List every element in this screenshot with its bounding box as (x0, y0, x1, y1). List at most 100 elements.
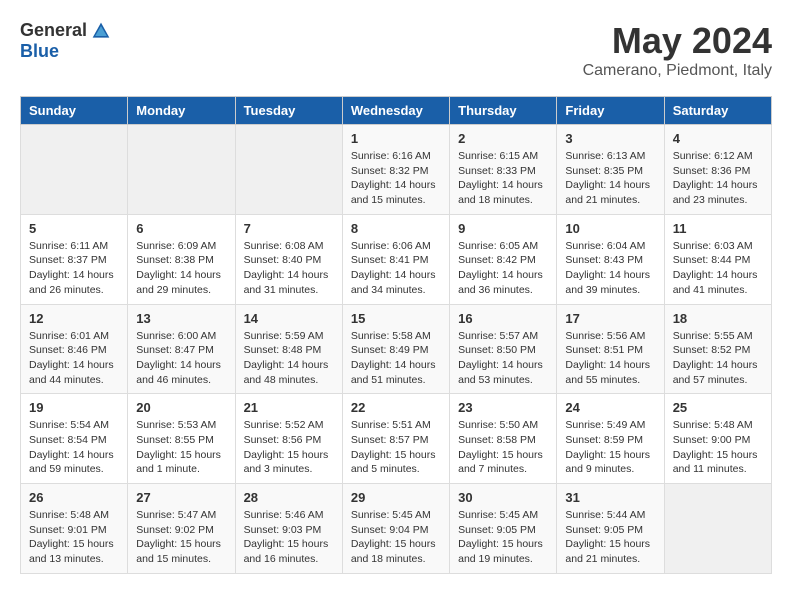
day-number: 3 (565, 131, 655, 146)
day-number: 4 (673, 131, 763, 146)
page-header: General Blue May 2024 Camerano, Piedmont… (20, 20, 772, 80)
calendar-cell: 18Sunrise: 5:55 AM Sunset: 8:52 PM Dayli… (664, 304, 771, 394)
calendar-cell: 14 Sunrise: 5:59 AM Sunset: 8:48 PM Dayli… (235, 304, 342, 394)
calendar-week-row: 19 Sunrise: 5:54 AM Sunset: 8:54 PM Dayli… (21, 394, 772, 484)
calendar-cell: 21 Sunrise: 5:52 AM Sunset: 8:56 PM Dayli… (235, 394, 342, 484)
day-number: 13 (136, 311, 226, 326)
calendar-cell: 12Sunrise: 6:01 AM Sunset: 8:46 PM Dayli… (21, 304, 128, 394)
calendar-cell: 3Sunrise: 6:13 AM Sunset: 8:35 PM Daylig… (557, 125, 664, 215)
day-number: 21 (244, 400, 334, 415)
column-header-saturday: Saturday (664, 97, 771, 125)
day-number: 26 (29, 490, 119, 505)
calendar-cell: 26 Sunrise: 5:48 AM Sunset: 9:01 PM Dayli… (21, 484, 128, 574)
calendar-table: SundayMondayTuesdayWednesdayThursdayFrid… (20, 96, 772, 574)
day-number: 15 (351, 311, 441, 326)
month-title: May 2024 (583, 20, 772, 62)
calendar-cell (128, 125, 235, 215)
day-number: 31 (565, 490, 655, 505)
calendar-cell: 23 Sunrise: 5:50 AM Sunset: 8:58 PM Dayli… (450, 394, 557, 484)
calendar-cell: 29 Sunrise: 5:45 AM Sunset: 9:04 PM Dayli… (342, 484, 449, 574)
day-number: 5 (29, 221, 119, 236)
calendar-week-row: 12Sunrise: 6:01 AM Sunset: 8:46 PM Dayli… (21, 304, 772, 394)
day-number: 20 (136, 400, 226, 415)
calendar-cell: 7Sunrise: 6:08 AM Sunset: 8:40 PM Daylig… (235, 214, 342, 304)
day-number: 8 (351, 221, 441, 236)
day-number: 23 (458, 400, 548, 415)
day-number: 18 (673, 311, 763, 326)
day-info: Sunrise: 6:00 AM Sunset: 8:47 PM Dayligh… (136, 329, 226, 388)
day-info: Sunrise: 6:04 AM Sunset: 8:43 PM Dayligh… (565, 239, 655, 298)
calendar-week-row: 26 Sunrise: 5:48 AM Sunset: 9:01 PM Dayli… (21, 484, 772, 574)
day-number: 29 (351, 490, 441, 505)
column-header-monday: Monday (128, 97, 235, 125)
day-info: Sunrise: 5:52 AM Sunset: 8:56 PM Dayligh… (244, 418, 334, 477)
day-info: Sunrise: 5:47 AM Sunset: 9:02 PM Dayligh… (136, 508, 226, 567)
day-info: Sunrise: 6:05 AM Sunset: 8:42 PM Dayligh… (458, 239, 548, 298)
calendar-cell: 19 Sunrise: 5:54 AM Sunset: 8:54 PM Dayli… (21, 394, 128, 484)
day-number: 14 (244, 311, 334, 326)
column-header-friday: Friday (557, 97, 664, 125)
day-number: 27 (136, 490, 226, 505)
calendar-cell (664, 484, 771, 574)
day-info: Sunrise: 5:59 AM Sunset: 8:48 PM Dayligh… (244, 329, 334, 388)
calendar-cell: 8 Sunrise: 6:06 AM Sunset: 8:41 PM Daylig… (342, 214, 449, 304)
calendar-cell: 5 Sunrise: 6:11 AM Sunset: 8:37 PM Daylig… (21, 214, 128, 304)
day-info: Sunrise: 5:49 AM Sunset: 8:59 PM Dayligh… (565, 418, 655, 477)
day-number: 22 (351, 400, 441, 415)
calendar-cell: 4 Sunrise: 6:12 AM Sunset: 8:36 PM Daylig… (664, 125, 771, 215)
day-number: 2 (458, 131, 548, 146)
calendar-cell (21, 125, 128, 215)
logo-general-text: General (20, 20, 87, 41)
calendar-week-row: 5 Sunrise: 6:11 AM Sunset: 8:37 PM Daylig… (21, 214, 772, 304)
day-number: 17 (565, 311, 655, 326)
day-info: Sunrise: 5:44 AM Sunset: 9:05 PM Dayligh… (565, 508, 655, 567)
calendar-cell: 17 Sunrise: 5:56 AM Sunset: 8:51 PM Dayli… (557, 304, 664, 394)
calendar-cell: 27 Sunrise: 5:47 AM Sunset: 9:02 PM Dayli… (128, 484, 235, 574)
column-header-wednesday: Wednesday (342, 97, 449, 125)
day-number: 10 (565, 221, 655, 236)
day-info: Sunrise: 6:15 AM Sunset: 8:33 PM Dayligh… (458, 149, 548, 208)
day-info: Sunrise: 5:54 AM Sunset: 8:54 PM Dayligh… (29, 418, 119, 477)
calendar-cell: 10 Sunrise: 6:04 AM Sunset: 8:43 PM Dayli… (557, 214, 664, 304)
calendar-cell: 30 Sunrise: 5:45 AM Sunset: 9:05 PM Dayli… (450, 484, 557, 574)
calendar-cell: 22 Sunrise: 5:51 AM Sunset: 8:57 PM Dayli… (342, 394, 449, 484)
day-info: Sunrise: 6:09 AM Sunset: 8:38 PM Dayligh… (136, 239, 226, 298)
location-subtitle: Camerano, Piedmont, Italy (583, 62, 772, 80)
day-number: 6 (136, 221, 226, 236)
day-info: Sunrise: 5:45 AM Sunset: 9:04 PM Dayligh… (351, 508, 441, 567)
day-info: Sunrise: 5:56 AM Sunset: 8:51 PM Dayligh… (565, 329, 655, 388)
day-number: 11 (673, 221, 763, 236)
day-info: Sunrise: 5:48 AM Sunset: 9:00 PM Dayligh… (673, 418, 763, 477)
calendar-cell: 1Sunrise: 6:16 AM Sunset: 8:32 PM Daylig… (342, 125, 449, 215)
column-header-sunday: Sunday (21, 97, 128, 125)
logo-icon (91, 21, 111, 41)
calendar-cell: 16Sunrise: 5:57 AM Sunset: 8:50 PM Dayli… (450, 304, 557, 394)
calendar-cell: 25 Sunrise: 5:48 AM Sunset: 9:00 PM Dayli… (664, 394, 771, 484)
day-info: Sunrise: 5:50 AM Sunset: 8:58 PM Dayligh… (458, 418, 548, 477)
day-info: Sunrise: 5:51 AM Sunset: 8:57 PM Dayligh… (351, 418, 441, 477)
calendar-cell: 11 Sunrise: 6:03 AM Sunset: 8:44 PM Dayli… (664, 214, 771, 304)
calendar-cell: 2 Sunrise: 6:15 AM Sunset: 8:33 PM Daylig… (450, 125, 557, 215)
calendar-cell: 20 Sunrise: 5:53 AM Sunset: 8:55 PM Dayli… (128, 394, 235, 484)
day-number: 25 (673, 400, 763, 415)
day-info: Sunrise: 6:12 AM Sunset: 8:36 PM Dayligh… (673, 149, 763, 208)
calendar-cell: 24Sunrise: 5:49 AM Sunset: 8:59 PM Dayli… (557, 394, 664, 484)
calendar-cell: 6 Sunrise: 6:09 AM Sunset: 8:38 PM Daylig… (128, 214, 235, 304)
day-number: 7 (244, 221, 334, 236)
logo: General Blue (20, 20, 111, 62)
day-info: Sunrise: 6:11 AM Sunset: 8:37 PM Dayligh… (29, 239, 119, 298)
title-area: May 2024 Camerano, Piedmont, Italy (583, 20, 772, 80)
day-info: Sunrise: 5:57 AM Sunset: 8:50 PM Dayligh… (458, 329, 548, 388)
calendar-header-row: SundayMondayTuesdayWednesdayThursdayFrid… (21, 97, 772, 125)
day-info: Sunrise: 5:46 AM Sunset: 9:03 PM Dayligh… (244, 508, 334, 567)
day-info: Sunrise: 6:06 AM Sunset: 8:41 PM Dayligh… (351, 239, 441, 298)
day-info: Sunrise: 6:03 AM Sunset: 8:44 PM Dayligh… (673, 239, 763, 298)
day-info: Sunrise: 5:45 AM Sunset: 9:05 PM Dayligh… (458, 508, 548, 567)
calendar-cell: 9 Sunrise: 6:05 AM Sunset: 8:42 PM Daylig… (450, 214, 557, 304)
day-info: Sunrise: 5:53 AM Sunset: 8:55 PM Dayligh… (136, 418, 226, 477)
day-number: 9 (458, 221, 548, 236)
day-info: Sunrise: 5:48 AM Sunset: 9:01 PM Dayligh… (29, 508, 119, 567)
day-number: 30 (458, 490, 548, 505)
day-number: 1 (351, 131, 441, 146)
day-number: 19 (29, 400, 119, 415)
